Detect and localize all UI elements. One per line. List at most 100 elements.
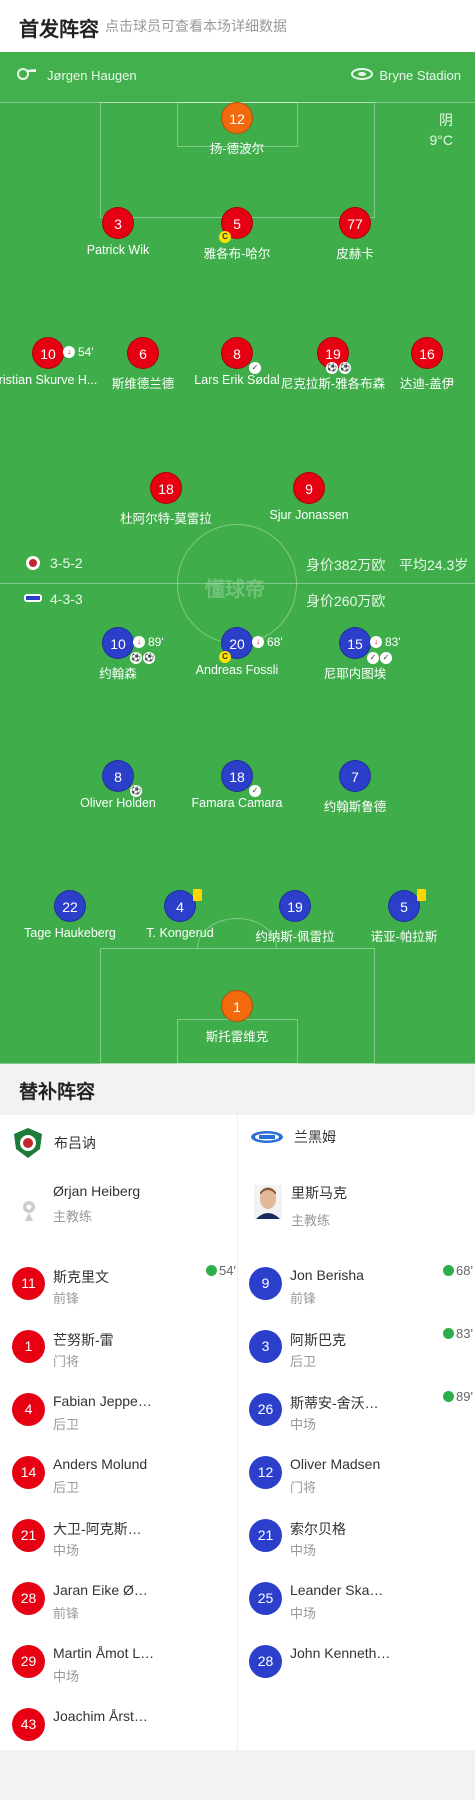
sub-player-row[interactable]: 25 Leander Ska… 中场 [249, 1570, 475, 1622]
assist-icon: ✓ [249, 785, 261, 797]
sub-player-row[interactable]: 11 斯克里文 前锋 54' [12, 1255, 240, 1307]
sub-player-row[interactable]: 1 芒努斯-雷 门将 [12, 1318, 240, 1370]
sub-player-row[interactable]: 29 Martin Åmot L… 中场 [12, 1633, 240, 1685]
sub-name: Anders Molund [53, 1456, 148, 1472]
goal-icon: ⚽ [326, 362, 338, 374]
sub-in-icon [443, 1265, 455, 1276]
home-team-header[interactable]: 布吕讷 [12, 1127, 96, 1159]
player-number: 3 [102, 207, 134, 239]
away-player[interactable]: 1 斯托雷维克 [167, 990, 307, 1045]
coach-name: 里斯马克 [291, 1185, 347, 1201]
sub-position: 中场 [290, 1543, 317, 1558]
sub-off-icon: ↓ [133, 636, 145, 648]
sub-in-time-text: 54' [219, 1263, 236, 1278]
home-formation: 3-5-2 [50, 555, 83, 571]
coach-role: 主教练 [291, 1213, 331, 1228]
home-player[interactable]: 18 杜阿尔特-莫雷拉 [96, 472, 236, 527]
player-name: 斯托雷维克 [205, 1030, 269, 1044]
sub-position: 前锋 [53, 1291, 80, 1306]
page-subtitle: 点击球员可查看本场详细数据 [105, 18, 287, 34]
home-player[interactable]: 16 达迪-盖伊 [357, 337, 475, 392]
sub-position: 后卫 [290, 1354, 317, 1369]
player-number: 4 [176, 899, 184, 915]
coach-avatar [254, 1185, 282, 1219]
player-events: ✓ [249, 785, 262, 797]
player-number-wrap: 15 ↓ 83' ✓ ✓ [339, 627, 401, 664]
subs-panel: 布吕讷 Ørjan Heiberg 主教练 11 斯克里文 前锋 54' 1 芒… [0, 1115, 475, 1750]
sub-position: 门将 [290, 1480, 317, 1495]
player-number-wrap: 4 [164, 889, 202, 922]
match-info-bar: Jørgen Haugen Bryne Stadion [0, 52, 475, 102]
away-formation: 4-3-3 [50, 591, 83, 607]
away-player[interactable]: 5 诺亚-帕拉斯 [334, 889, 474, 945]
sub-number: 29 [12, 1645, 45, 1678]
sub-player-row[interactable]: 3 阿斯巴克 后卫 83' [249, 1318, 475, 1370]
sub-player-row[interactable]: 28 Jaran Eike Ø… 前锋 [12, 1570, 240, 1622]
sub-number: 3 [249, 1330, 282, 1363]
player-name: 扬-德波尔 [209, 142, 265, 156]
player-number-wrap: 19 ⚽ ⚽ [317, 337, 351, 374]
sub-name: Martin Åmot L… [53, 1645, 155, 1661]
sub-in-time-text: 83' [456, 1326, 473, 1341]
subs-section-title: 替补阵容 [19, 1082, 96, 1103]
sub-in-time: 68' [443, 1263, 473, 1278]
sub-player-row[interactable]: 12 Oliver Madsen 门将 [249, 1444, 475, 1496]
assist-icon: ✓ [367, 652, 379, 664]
player-number-wrap: 10 ↓ 89' ⚽ ⚽ [102, 627, 164, 664]
sub-name: Jon Berisha [290, 1267, 364, 1283]
away-team-badge-icon [250, 1130, 284, 1144]
home-player[interactable]: 9 Sjur Jonassen [239, 472, 379, 522]
player-events: ✓ ✓ [367, 652, 393, 664]
home-player[interactable]: 12 扬-德波尔 [167, 102, 307, 157]
player-number: 5 [400, 899, 408, 915]
player-number: 5 [233, 216, 241, 232]
away-team-header[interactable]: 兰黑姆 [250, 1127, 336, 1147]
sub-position: 前锋 [290, 1291, 317, 1306]
sub-player-row[interactable]: 21 索尔贝格 中场 [249, 1507, 475, 1559]
player-number-wrap: 5 C [219, 207, 253, 243]
sub-number: 11 [12, 1267, 45, 1300]
sub-name: Fabian Jeppe… [53, 1393, 152, 1409]
weather-condition: 阴 [439, 112, 453, 128]
player-number: 19 [279, 890, 311, 922]
sub-player-row[interactable]: 43 Joachim Årst… [12, 1696, 240, 1748]
player-number: 12 [221, 102, 253, 134]
sub-position: 后卫 [53, 1480, 80, 1495]
sub-name: 斯克里文 [53, 1269, 109, 1285]
sub-number: 26 [249, 1393, 282, 1426]
home-team-name: 布吕讷 [54, 1135, 96, 1151]
away-player[interactable]: 15 ↓ 83' ✓ ✓ 尼耶内图埃 [285, 627, 425, 682]
sub-player-row[interactable]: 4 Fabian Jeppe… 后卫 [12, 1381, 240, 1433]
player-number: 16 [411, 337, 443, 369]
player-number: 7 [339, 760, 371, 792]
sub-number: 9 [249, 1267, 282, 1300]
sub-in-icon [206, 1265, 218, 1276]
sub-player-row[interactable]: 14 Anders Molund 后卫 [12, 1444, 240, 1496]
temperature: 9°C [429, 132, 454, 148]
coach-role: 主教练 [53, 1209, 93, 1224]
sub-player-row[interactable]: 21 大卫-阿克斯… 中场 [12, 1507, 240, 1559]
sub-name: 阿斯巴克 [290, 1332, 346, 1348]
captain-badge: C [219, 231, 231, 243]
sub-number: 28 [249, 1645, 282, 1678]
home-player[interactable]: 77 皮赫卡 [285, 207, 425, 262]
coach-name: Ørjan Heiberg [53, 1183, 141, 1199]
sub-off-icon: ↓ [370, 636, 382, 648]
player-number: 19 [325, 346, 341, 362]
sub-player-row[interactable]: 26 斯蒂安-舍沃… 中场 89' [249, 1381, 475, 1433]
goal-icon: ⚽ [130, 785, 142, 797]
sub-off-icon: ↓ [252, 636, 264, 648]
sub-position: 中场 [290, 1417, 317, 1432]
player-events: ⚽ [130, 785, 143, 797]
sub-name: Leander Ska… [290, 1582, 384, 1598]
player-number-wrap: 8 ✓ [221, 337, 261, 374]
away-player[interactable]: 7 约翰斯鲁德 [285, 760, 425, 815]
sub-player-row[interactable]: 9 Jon Berisha 前锋 68' [249, 1255, 475, 1307]
sub-player-row[interactable]: 28 John Kenneth… [249, 1633, 475, 1685]
sub-number: 4 [12, 1393, 45, 1426]
player-number-wrap: 5 [388, 889, 426, 922]
header: 首发阵容 点击球员可查看本场详细数据 [0, 0, 475, 52]
sub-name: 芒努斯-雷 [53, 1332, 114, 1348]
captain-badge: C [219, 651, 231, 663]
player-number: 8 [114, 769, 122, 785]
